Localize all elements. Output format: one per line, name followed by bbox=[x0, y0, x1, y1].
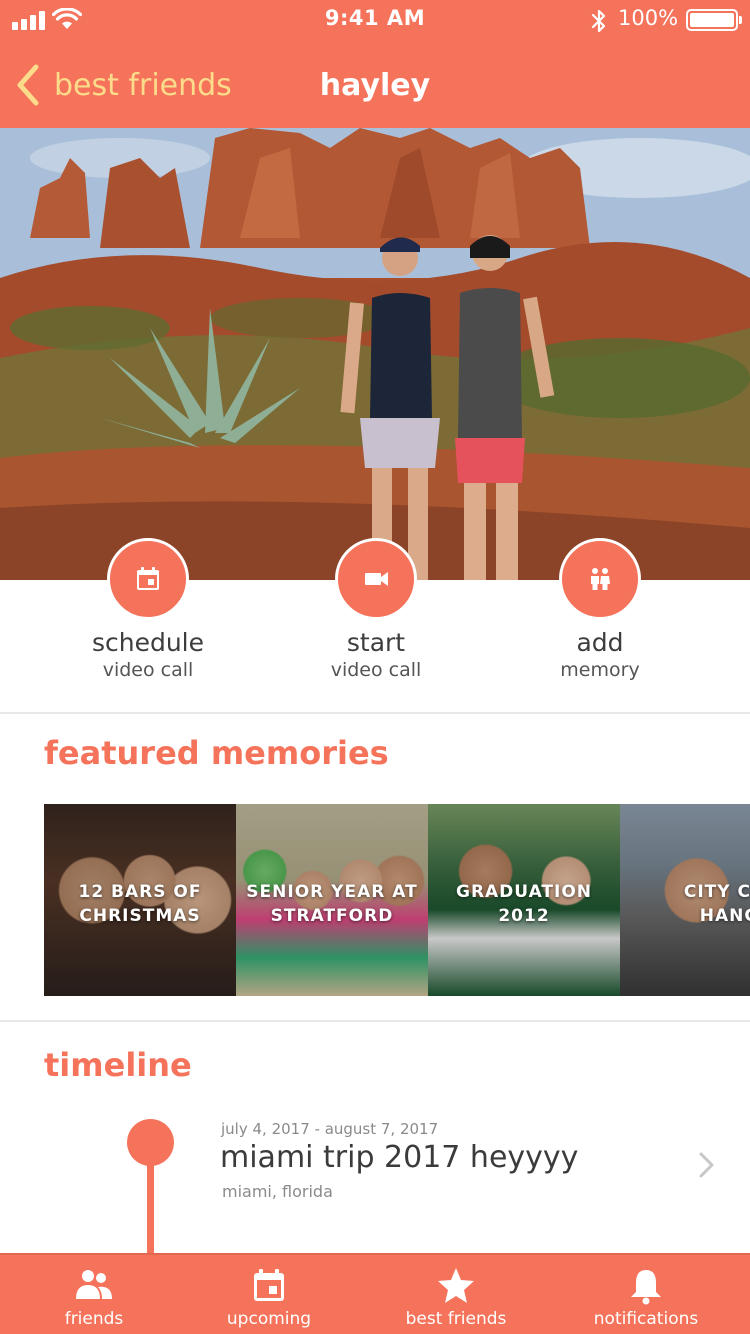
video-camera-icon bbox=[365, 572, 388, 586]
battery-percentage: 100% bbox=[618, 6, 679, 30]
friend-profile-screen: 9:41 AM 100% best friends hayley schedul… bbox=[0, 0, 750, 1334]
star-icon bbox=[438, 1268, 474, 1303]
memory-label: GRADUATION 2012 bbox=[455, 882, 593, 926]
timeline-item-dates: july 4, 2017 - august 7, 2017 bbox=[221, 1120, 439, 1138]
action-title: schedule bbox=[91, 628, 205, 657]
bell-icon bbox=[631, 1270, 661, 1305]
action-icon-circle bbox=[559, 538, 641, 620]
section-divider bbox=[0, 712, 750, 714]
tab-notifications[interactable]: notifications bbox=[552, 1255, 740, 1334]
battery-icon bbox=[686, 9, 742, 31]
memory-label: SENIOR YEAR AT STRATFORD bbox=[246, 882, 418, 926]
friends-icon bbox=[76, 1270, 112, 1299]
people-icon bbox=[591, 568, 610, 590]
tab-label: best friends bbox=[405, 1309, 507, 1329]
action-buttons: schedule video call start video call add… bbox=[0, 538, 750, 713]
section-divider bbox=[0, 1020, 750, 1022]
memory-card[interactable]: GRADUATION 2012 bbox=[428, 804, 620, 996]
hero-photo bbox=[0, 128, 750, 580]
action-title: start bbox=[346, 628, 406, 657]
timeline-item-title: miami trip 2017 heyyyy bbox=[220, 1140, 579, 1175]
timeline-title: timeline bbox=[44, 1046, 192, 1084]
timeline-item[interactable]: july 4, 2017 - august 7, 2017 miami trip… bbox=[0, 1112, 750, 1212]
schedule-video-call-button[interactable]: schedule video call bbox=[48, 538, 248, 682]
action-subtitle: video call bbox=[102, 659, 194, 681]
tab-label: upcoming bbox=[226, 1309, 312, 1329]
timeline-item-location: miami, florida bbox=[222, 1182, 333, 1201]
memory-card[interactable]: 12 BARS OF CHRISTMAS bbox=[44, 804, 236, 996]
action-subtitle: memory bbox=[560, 659, 640, 681]
tab-upcoming[interactable]: upcoming bbox=[175, 1255, 363, 1334]
memory-label: 12 BARS OF CHRISTMAS bbox=[78, 882, 202, 926]
memory-card[interactable]: SENIOR YEAR AT STRATFORD bbox=[236, 804, 428, 996]
header: 9:41 AM 100% best friends hayley bbox=[0, 0, 750, 128]
add-memory-button[interactable]: add memory bbox=[500, 538, 700, 682]
action-subtitle: video call bbox=[330, 659, 422, 681]
tab-label: friends bbox=[64, 1309, 124, 1329]
action-icon-circle bbox=[335, 538, 417, 620]
page-title: hayley bbox=[319, 68, 431, 103]
calendar-icon bbox=[254, 1269, 284, 1301]
action-title: add bbox=[576, 628, 624, 657]
featured-memories-carousel[interactable]: 12 BARS OF CHRISTMAS SENIOR YEAR AT STRA… bbox=[44, 804, 750, 996]
action-icon-circle bbox=[107, 538, 189, 620]
status-bar: 9:41 AM 100% bbox=[0, 0, 750, 40]
start-video-call-button[interactable]: start video call bbox=[276, 538, 476, 682]
bluetooth-icon bbox=[591, 9, 606, 33]
tab-label: notifications bbox=[593, 1309, 699, 1329]
tab-best-friends[interactable]: best friends bbox=[362, 1255, 550, 1334]
memory-card[interactable]: CITY CENTER HANGOUT bbox=[620, 804, 750, 996]
tab-friends[interactable]: friends bbox=[0, 1255, 188, 1334]
chevron-right-icon bbox=[699, 1152, 714, 1178]
tab-bar: friends upcoming best friends notificati… bbox=[0, 1253, 750, 1334]
calendar-icon bbox=[137, 567, 159, 590]
featured-memories-title: featured memories bbox=[44, 734, 389, 772]
memory-label: CITY CENTER HANGOUT bbox=[683, 882, 750, 926]
